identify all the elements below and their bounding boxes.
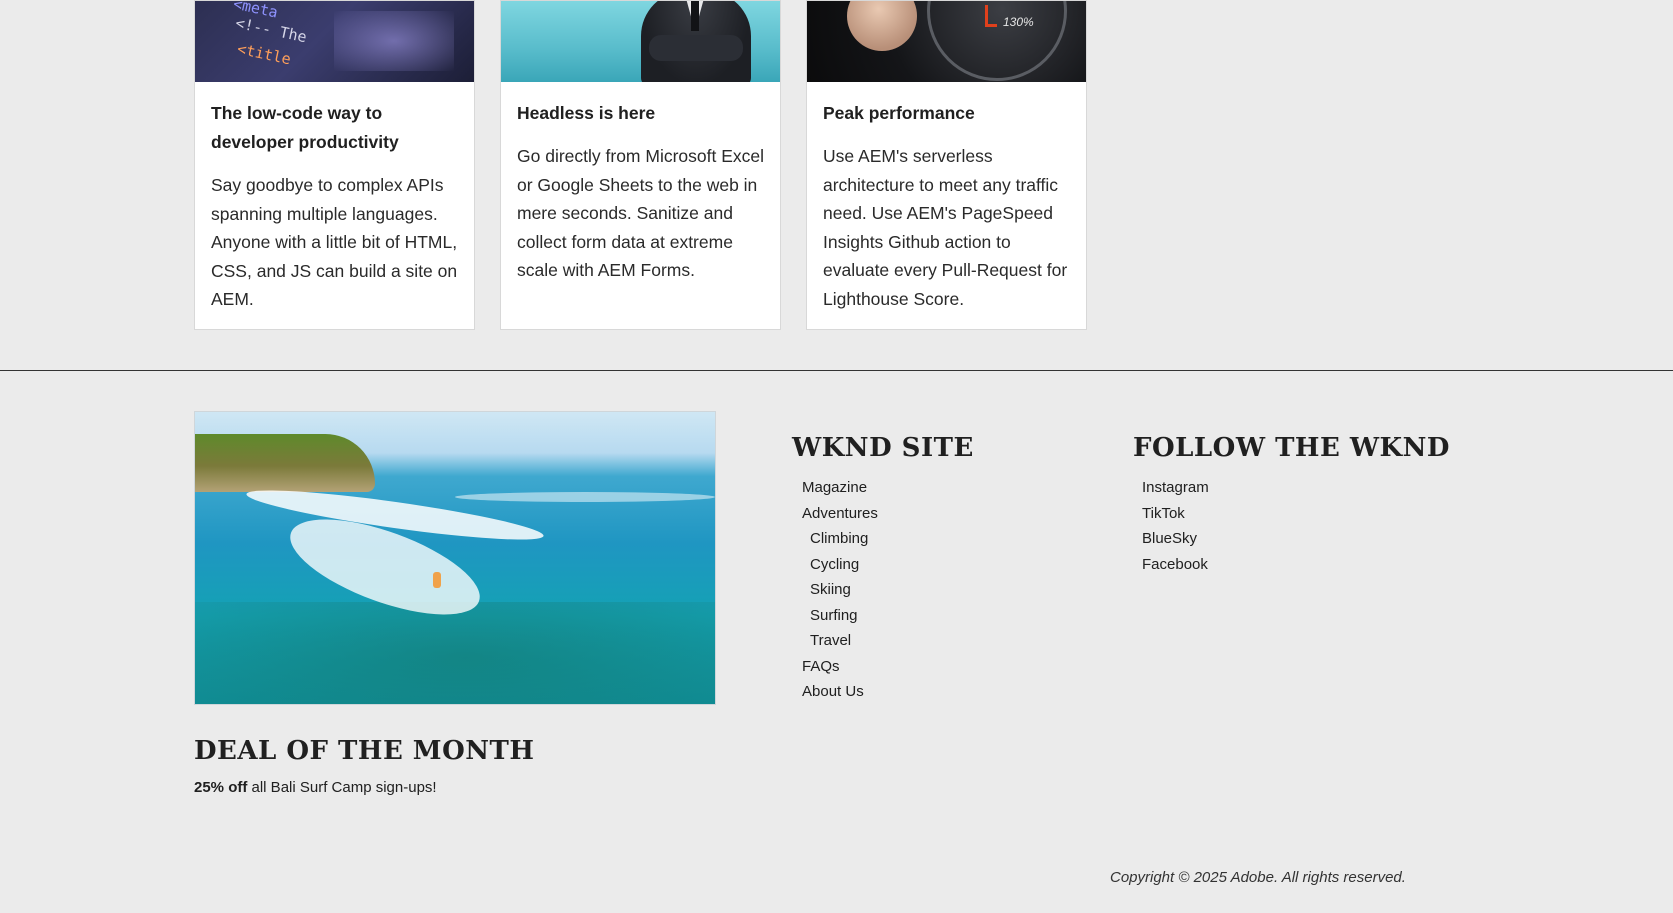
social-link-instagram[interactable]: Instagram [1142,475,1209,501]
deal-heading: DEAL OF THE MONTH [194,736,535,766]
social-nav: Instagram TikTok BlueSky Facebook [1142,475,1209,577]
deal-highlight: 25% off [194,779,248,796]
speed-gauge-image: 130% [807,1,1086,82]
social-link-tiktok[interactable]: TikTok [1142,501,1209,527]
nav-link-surfing[interactable]: Surfing [802,603,878,629]
copyright: Copyright © 2025 Adobe. All rights reser… [1110,869,1406,886]
feature-card-performance: 130% Peak performance Use AEM's serverle… [806,0,1087,330]
page: <meta <!-- The <title The low-code way t… [0,0,1673,913]
social-link-facebook[interactable]: Facebook [1142,552,1209,578]
nav-link-climbing[interactable]: Climbing [802,526,878,552]
nav-link-about-us[interactable]: About Us [802,679,878,705]
footer-divider [0,370,1673,371]
deal-text: 25% off all Bali Surf Camp sign-ups! [194,779,437,796]
surf-photo [194,411,716,705]
site-nav: Magazine Adventures Climbing Cycling Ski… [802,475,878,705]
card-text: Go directly from Microsoft Excel or Goog… [517,146,764,280]
nav-link-faqs[interactable]: FAQs [802,654,878,680]
code-screen-image: <meta <!-- The <title [195,1,474,82]
gauge-label: 130% [1003,15,1034,29]
deal-description: all Bali Surf Camp sign-ups! [247,779,437,796]
nav-link-cycling[interactable]: Cycling [802,552,878,578]
card-text: Use AEM's serverless architecture to mee… [823,146,1068,309]
social-link-bluesky[interactable]: BlueSky [1142,526,1209,552]
wknd-site-heading: WKND SITE [792,433,974,463]
nav-link-magazine[interactable]: Magazine [802,475,878,501]
feature-card-headless: Headless is here Go directly from Micros… [500,0,781,330]
feature-card-low-code: <meta <!-- The <title The low-code way t… [194,0,475,330]
card-text: Say goodbye to complex APIs spanning mul… [211,175,458,309]
card-title: Peak performance [823,103,975,123]
code-line: <title [235,39,293,69]
nav-link-travel[interactable]: Travel [802,628,878,654]
follow-heading: FOLLOW THE WKND [1133,433,1450,463]
businessman-image [501,1,780,82]
card-title: The low-code way to developer productivi… [211,103,399,152]
nav-link-adventures[interactable]: Adventures [802,501,878,527]
nav-link-skiing[interactable]: Skiing [802,577,878,603]
card-title: Headless is here [517,103,656,123]
